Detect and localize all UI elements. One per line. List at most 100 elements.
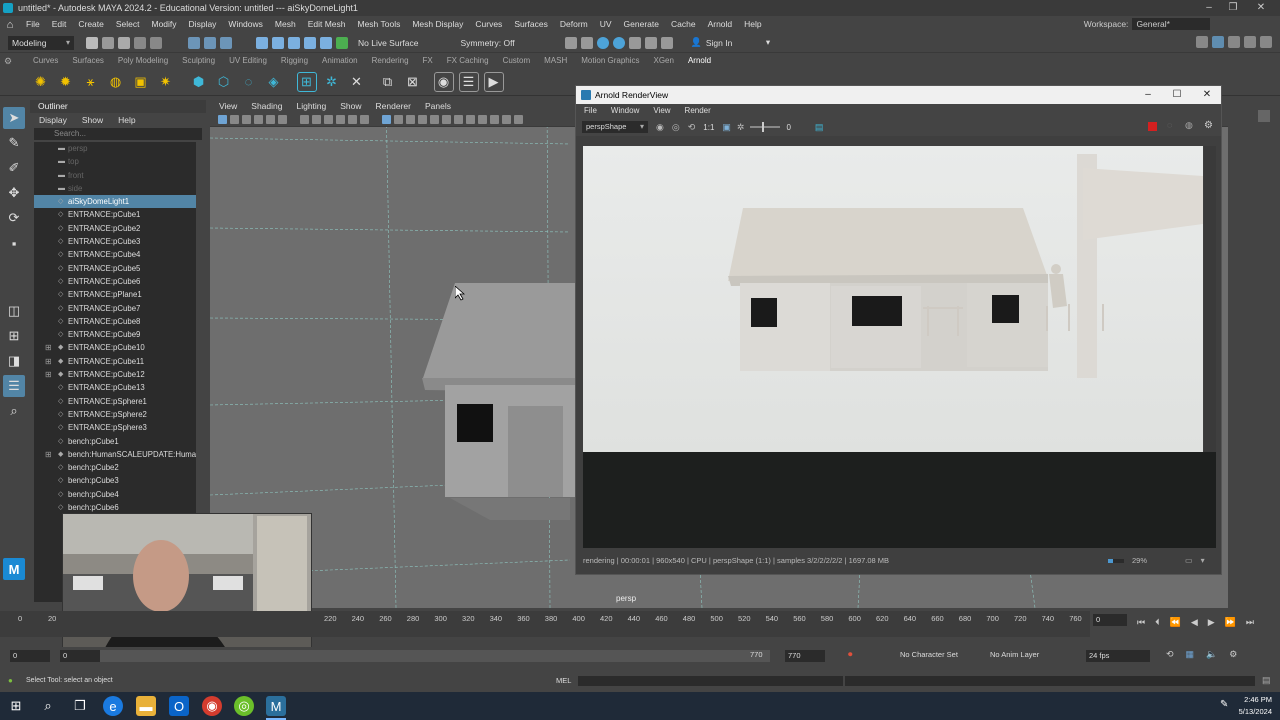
ipr-render-icon[interactable] [580, 36, 593, 49]
shelf-tab-fx-caching[interactable]: FX Caching [440, 54, 496, 68]
ipr-toggle-icon[interactable]: ◍ [1185, 120, 1193, 131]
outliner-item[interactable]: ▬ front [34, 169, 196, 182]
resolution-gate-icon[interactable] [311, 115, 321, 124]
outlook-icon[interactable]: O [169, 696, 189, 716]
shelf-tab-mash[interactable]: MASH [537, 54, 574, 68]
fps-dropdown[interactable]: 24 fps [1086, 650, 1150, 662]
wireframe-on-shaded-icon[interactable] [405, 115, 415, 124]
outliner-item[interactable]: ◇ ENTRANCE:pCube8 [34, 315, 196, 328]
outliner-item[interactable]: ◇ ENTRANCE:pCube1 [34, 208, 196, 221]
snap-curve-icon[interactable] [272, 36, 284, 49]
shelf-tab-motion-graphics[interactable]: Motion Graphics [574, 54, 646, 68]
viewport-menu-renderer[interactable]: Renderer [367, 100, 416, 113]
shelf-tab-rigging[interactable]: Rigging [274, 54, 315, 68]
new-scene-icon[interactable] [86, 36, 98, 49]
menu-edit-mesh[interactable]: Edit Mesh [302, 16, 352, 33]
outliner-item[interactable]: ◇ ENTRANCE:pCube9 [34, 328, 196, 341]
step-forward-frame-icon[interactable]: ⏩ [1225, 617, 1236, 628]
arnold-title-bar[interactable]: Arnold RenderView – ☐ ✕ [576, 86, 1221, 104]
viewport-menu-view[interactable]: View [210, 100, 242, 113]
home-icon[interactable]: ⌂ [0, 19, 20, 31]
sign-in-button[interactable]: Sign In [706, 38, 766, 48]
shelf-tab-custom[interactable]: Custom [496, 54, 538, 68]
menu-uv[interactable]: UV [594, 16, 618, 33]
outliner-item[interactable]: ◇ ENTRANCE:pSphere2 [34, 408, 196, 421]
shelf-tab-surfaces[interactable]: Surfaces [65, 54, 111, 68]
arnold-close-icon[interactable]: ✕ [1192, 86, 1222, 104]
exposure-slider[interactable] [750, 122, 781, 132]
workspace-value[interactable]: General* [1132, 18, 1210, 30]
play-render-icon[interactable]: ▶ [483, 71, 504, 92]
field-chart-icon[interactable] [335, 115, 345, 124]
magnify-icon[interactable]: ⌕ [3, 400, 25, 422]
film-gate-icon[interactable] [299, 115, 309, 124]
snap-grid-icon[interactable] [256, 36, 268, 49]
workspace-selector[interactable]: Workspace: General* [1084, 16, 1210, 33]
arnold-render-icon[interactable] [596, 36, 609, 49]
outliner-item[interactable]: ◇ ENTRANCE:pCube2 [34, 222, 196, 235]
use-lights-icon[interactable] [429, 115, 439, 124]
outliner-menu-show[interactable]: Show [73, 113, 109, 127]
outliner-item[interactable]: ◇ ENTRANCE:pSphere1 [34, 395, 196, 408]
area-light-icon[interactable]: ✺ [31, 72, 51, 92]
outliner-item[interactable]: ◇ ENTRANCE:pCube3 [34, 235, 196, 248]
viewport-menu-show[interactable]: Show [331, 100, 366, 113]
loop-icon[interactable]: ⟲ [1166, 649, 1174, 660]
aov-icon[interactable]: ◎ [672, 122, 680, 133]
text-box-icon[interactable]: ☰ [458, 71, 479, 92]
menu-edit[interactable]: Edit [46, 16, 73, 33]
shelf-tab-uv-editing[interactable]: UV Editing [222, 54, 274, 68]
smooth-shade-icon[interactable] [393, 115, 403, 124]
system-clock[interactable]: 2:46 PM 5/13/2024 [1239, 694, 1272, 718]
outliner-item[interactable]: ◇ bench:pCube4 [34, 488, 196, 501]
outliner-item[interactable]: ◇ bench:pCube2 [34, 461, 196, 474]
redo-icon[interactable] [150, 36, 162, 49]
file-explorer-icon[interactable]: ▬ [136, 696, 156, 716]
modeling-toolkit-toggle-icon[interactable] [1260, 36, 1272, 48]
scale-tool-icon[interactable]: ▪ [3, 232, 25, 254]
isolate-select-icon[interactable] [501, 115, 511, 124]
snap-point-icon[interactable] [288, 36, 300, 49]
xray-icon[interactable] [513, 115, 523, 124]
outliner-item[interactable]: ▬ top [34, 155, 196, 168]
expand-icon[interactable]: ⊞ [45, 341, 52, 354]
safe-action-icon[interactable] [347, 115, 357, 124]
single-view-icon[interactable]: ◫ [3, 300, 25, 322]
menu-mesh[interactable]: Mesh [269, 16, 302, 33]
license-manager-icon[interactable]: ⧉ [378, 72, 398, 92]
chrome-icon[interactable]: ◉ [202, 696, 222, 716]
flush-caches-icon[interactable]: ✲ [322, 72, 342, 92]
snapshot-icon[interactable]: ▭ [1185, 556, 1193, 565]
open-scene-icon[interactable] [102, 36, 114, 49]
shelf-tab-poly-modeling[interactable]: Poly Modeling [111, 54, 175, 68]
play-backward-icon[interactable]: ◀ [1191, 617, 1198, 628]
start-frame-field[interactable]: 0 [10, 650, 50, 662]
search-icon[interactable]: ⌕ [38, 696, 58, 716]
texture-manager-icon[interactable]: ⊞ [296, 71, 317, 92]
camera-dropdown[interactable]: perspShape [582, 121, 648, 133]
arnold-menu-view[interactable]: View [645, 104, 676, 118]
outliner-item[interactable]: ◇ ENTRANCE:pCube7 [34, 302, 196, 315]
maximize-icon[interactable]: ❐ [1222, 0, 1244, 16]
menu-set-dropdown[interactable]: Modeling [8, 35, 74, 50]
four-view-icon[interactable]: ⊞ [3, 325, 25, 347]
command-input[interactable] [578, 676, 843, 686]
render-frame-icon[interactable] [564, 36, 577, 49]
arnold-menu-render[interactable]: Render [677, 104, 717, 118]
viewport-menu-lighting[interactable]: Lighting [287, 100, 331, 113]
outliner-item[interactable]: ⊞ ◆ ENTRANCE:pCube11 [34, 355, 196, 368]
outliner-item[interactable]: ◇ aiSkyDomeLight1 [34, 195, 196, 209]
grid-icon[interactable] [277, 115, 287, 124]
character-set-dropdown[interactable]: No Character Set [900, 650, 966, 659]
lasso-tool-icon[interactable]: ✎ [3, 132, 25, 154]
menu-help[interactable]: Help [738, 16, 767, 33]
outliner-item[interactable]: ◇ ENTRANCE:pCube13 [34, 381, 196, 394]
menu-cache[interactable]: Cache [665, 16, 702, 33]
physical-sky-icon[interactable]: ▣ [131, 72, 151, 92]
render-region-icon[interactable]: ◌ [1167, 120, 1172, 130]
arnold-menu-window[interactable]: Window [603, 104, 645, 118]
step-back-frame-icon[interactable]: ⏪ [1170, 617, 1181, 628]
render-image[interactable] [583, 146, 1203, 452]
outliner-item[interactable]: ◇ bench:pCube3 [34, 474, 196, 487]
outliner-item[interactable]: ⊞ ◆ ENTRANCE:pCube10 [34, 341, 196, 354]
